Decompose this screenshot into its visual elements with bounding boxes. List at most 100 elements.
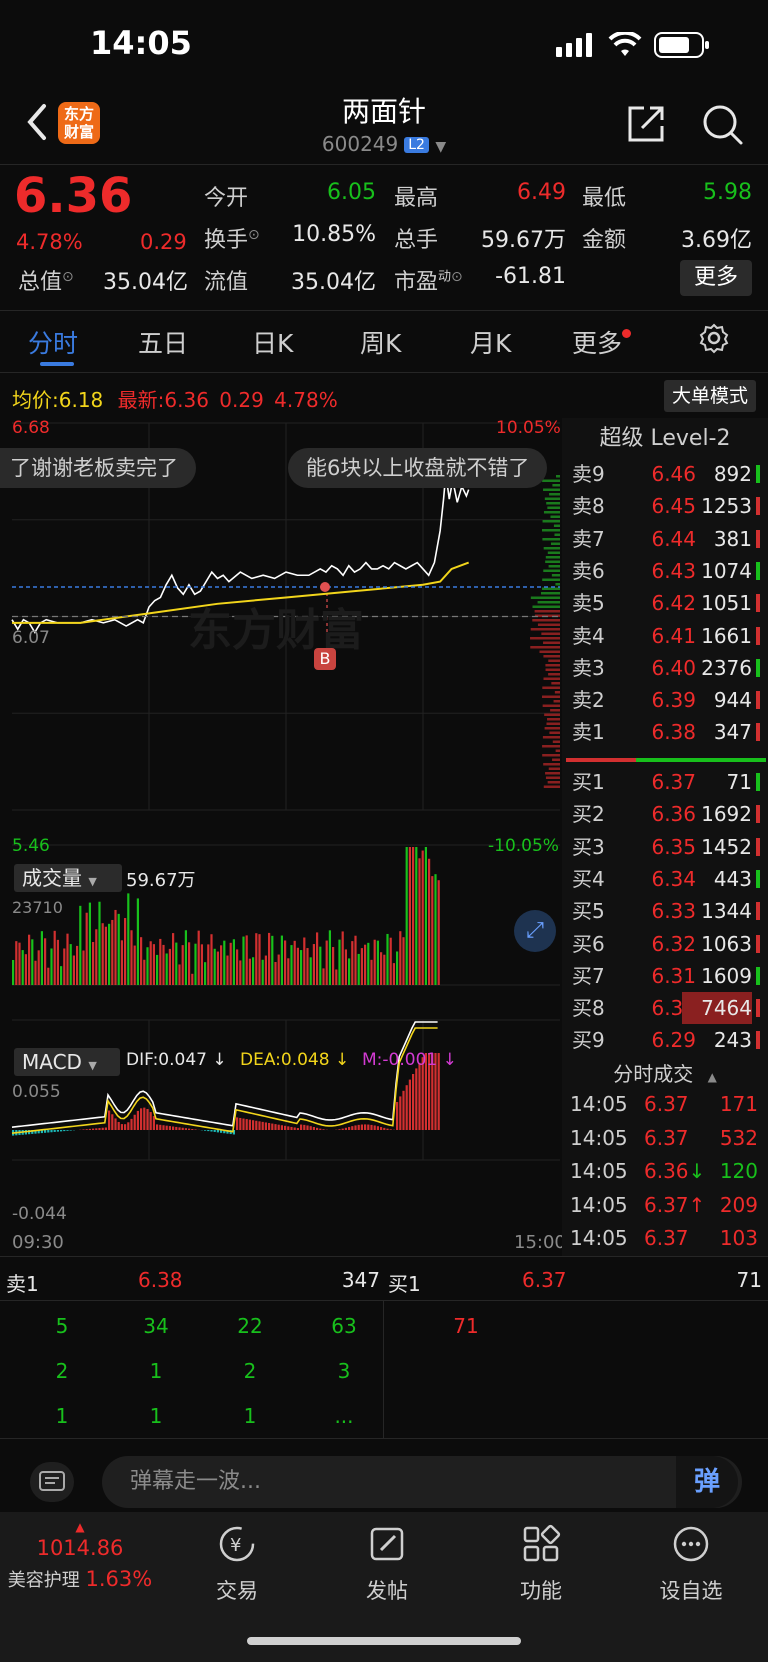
depth-bar bbox=[550, 709, 560, 712]
buy-marker[interactable]: B bbox=[314, 648, 336, 670]
big-order-mode-button[interactable]: 大单模式 bbox=[664, 380, 756, 412]
search-icon[interactable] bbox=[700, 102, 744, 146]
depth-bar bbox=[554, 533, 560, 536]
bid-row[interactable]: 买8 6.30 7464 bbox=[562, 992, 768, 1025]
volume-bar bbox=[101, 923, 104, 985]
depth-bar bbox=[549, 731, 560, 734]
volume-indicator-select[interactable]: 成交量 ▼ bbox=[14, 864, 122, 892]
info-icon[interactable]: ⊙ bbox=[62, 269, 74, 285]
volume-bar bbox=[162, 944, 165, 985]
macd-bar bbox=[60, 1130, 63, 1132]
macd-bar bbox=[242, 1118, 245, 1130]
tab-weekly-k[interactable]: 周K bbox=[360, 324, 401, 360]
level-bar bbox=[756, 773, 760, 791]
macd-bar bbox=[245, 1119, 248, 1130]
bid-row[interactable]: 买6 6.32 1063 bbox=[562, 928, 768, 960]
volume-bar bbox=[15, 941, 18, 985]
depth-bar bbox=[543, 785, 560, 788]
volume-bar bbox=[184, 930, 187, 985]
nav-functions[interactable]: 功能 bbox=[486, 1524, 596, 1605]
depth-bar bbox=[542, 686, 560, 689]
ask-row[interactable]: 卖1 6.38 347 bbox=[562, 716, 768, 748]
volume-bar bbox=[242, 936, 245, 985]
level-volume: 1344 bbox=[701, 899, 752, 924]
macd-bar bbox=[172, 1126, 175, 1130]
macd-bar bbox=[258, 1121, 261, 1130]
nav-add-watchlist[interactable]: 设自选 bbox=[636, 1524, 746, 1605]
volume-bar bbox=[399, 931, 402, 985]
nav-post[interactable]: 发帖 bbox=[332, 1524, 442, 1605]
volume-bar bbox=[338, 939, 341, 985]
tab-five-day[interactable]: 五日 bbox=[138, 324, 188, 360]
danmu-toggle-icon[interactable] bbox=[30, 1462, 74, 1502]
ask-row[interactable]: 卖5 6.42 1051 bbox=[562, 587, 768, 619]
bid-row[interactable]: 买4 6.34 443 bbox=[562, 863, 768, 895]
macd-bar bbox=[380, 1127, 383, 1130]
bid-row[interactable]: 买3 6.35 1452 bbox=[562, 831, 768, 863]
ask-row[interactable]: 卖4 6.41 1661 bbox=[562, 620, 768, 652]
depth-bar bbox=[540, 592, 560, 595]
tab-daily-k[interactable]: 日K bbox=[252, 324, 293, 360]
ask-row[interactable]: 卖7 6.44 381 bbox=[562, 523, 768, 555]
volume-total: 59.67万 bbox=[126, 870, 196, 891]
macd-indicator-select[interactable]: MACD ▼ bbox=[14, 1048, 120, 1076]
trade-row: 14:05 6.37 171 bbox=[562, 1088, 768, 1120]
info-icon[interactable]: ⊙ bbox=[451, 269, 463, 285]
depth-bar bbox=[551, 682, 560, 685]
bid-row[interactable]: 买7 6.31 1609 bbox=[562, 960, 768, 992]
level2-badge: L2 bbox=[404, 137, 429, 153]
level-bar bbox=[756, 594, 760, 613]
depth-bar bbox=[548, 565, 560, 568]
macd-bar bbox=[364, 1124, 367, 1130]
ask-row[interactable]: 卖8 6.45 1253 bbox=[562, 490, 768, 522]
depth-bar bbox=[544, 713, 560, 716]
queue-sell-total: 347 bbox=[341, 1268, 380, 1292]
tab-more[interactable]: 更多 bbox=[572, 324, 632, 360]
danmu-send-button[interactable]: 弹 bbox=[676, 1456, 738, 1508]
index-widget[interactable]: ▲ 1014.86 美容护理 1.63% bbox=[0, 1520, 160, 1592]
volume-bar bbox=[66, 933, 69, 985]
macd-bar bbox=[296, 1128, 299, 1130]
bid-row[interactable]: 买5 6.33 1344 bbox=[562, 895, 768, 927]
level-label: 卖3 bbox=[572, 655, 605, 680]
more-button[interactable]: 更多 bbox=[680, 260, 752, 296]
tab-monthly-k[interactable]: 月K bbox=[470, 324, 511, 360]
volume-bar bbox=[120, 940, 123, 985]
share-icon[interactable] bbox=[624, 102, 668, 146]
bid-row[interactable]: 买2 6.36 1692 bbox=[562, 798, 768, 830]
info-icon[interactable]: ⊙ bbox=[248, 227, 260, 243]
macd-bar bbox=[85, 1129, 88, 1130]
depth-bar bbox=[552, 740, 560, 743]
depth-bar bbox=[530, 646, 560, 649]
macd-bar bbox=[408, 1079, 411, 1130]
change-amount: 0.29 bbox=[140, 230, 187, 254]
tab-intraday[interactable]: 分时 bbox=[28, 324, 78, 360]
settings-icon[interactable] bbox=[698, 322, 730, 354]
nav-trade[interactable]: ¥ 交易 bbox=[182, 1524, 292, 1605]
up-arrow-icon: ▲ bbox=[75, 1520, 85, 1534]
volume-bar bbox=[402, 937, 405, 985]
depth-bar bbox=[549, 493, 560, 496]
volume-bar bbox=[316, 932, 319, 985]
intraday-chart[interactable]: 东方财富 bbox=[0, 415, 562, 1255]
queue-sell-cell: 1 bbox=[149, 1404, 163, 1428]
level-bar bbox=[756, 934, 760, 953]
volume-bar bbox=[287, 958, 290, 985]
pct-min-label: -10.05% bbox=[488, 836, 559, 856]
volume-bar bbox=[268, 932, 271, 985]
expand-icon[interactable]: ⤢ bbox=[514, 910, 556, 952]
ask-row[interactable]: 卖6 6.43 1074 bbox=[562, 555, 768, 587]
volume-bar bbox=[418, 858, 421, 985]
ask-row[interactable]: 卖2 6.39 944 bbox=[562, 684, 768, 716]
bid-row[interactable]: 买9 6.29 243 bbox=[562, 1024, 768, 1056]
macd-bar bbox=[274, 1124, 277, 1130]
ask-row[interactable]: 卖3 6.40 2376 bbox=[562, 652, 768, 684]
bid-row[interactable]: 买1 6.37 71 bbox=[562, 766, 768, 798]
macd-bar bbox=[357, 1124, 360, 1130]
macd-bar bbox=[111, 1114, 114, 1130]
ask-row[interactable]: 卖9 6.46 892 bbox=[562, 458, 768, 490]
high-label: 最高 bbox=[394, 186, 439, 211]
danmu-input[interactable]: 弹幕走一波... bbox=[102, 1456, 742, 1508]
volume-bar bbox=[175, 942, 178, 985]
macd-bar bbox=[149, 1112, 152, 1130]
